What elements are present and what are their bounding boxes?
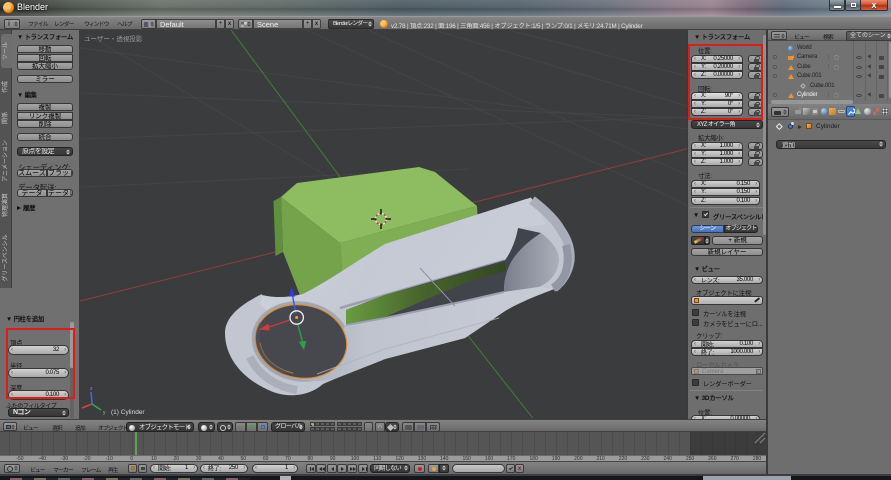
svg-text:x: x xyxy=(79,408,80,414)
svg-text:y: y xyxy=(103,410,106,416)
svg-text:z: z xyxy=(90,386,93,392)
